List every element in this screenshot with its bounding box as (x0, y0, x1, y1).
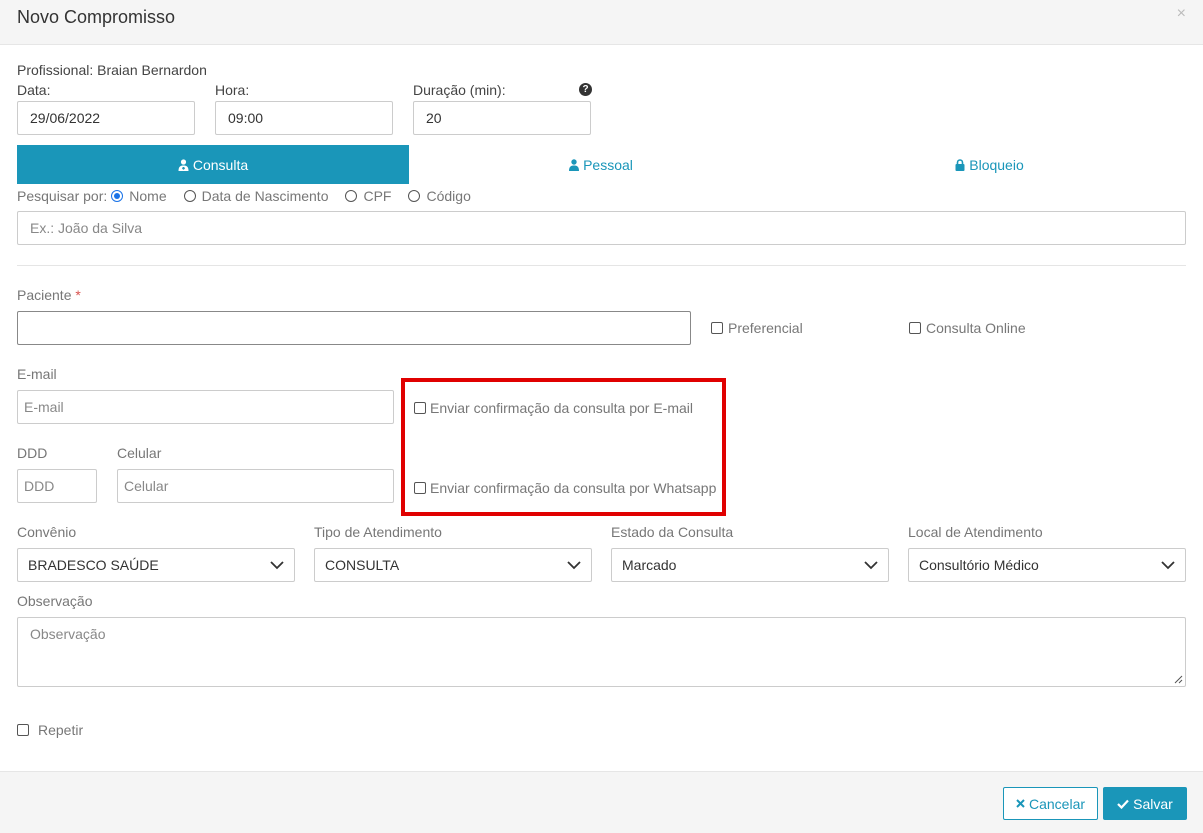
tipo-select[interactable]: CONSULTA (314, 548, 592, 582)
ddd-input[interactable]: DDD (17, 469, 97, 503)
email-label: E-mail (17, 366, 57, 382)
phone-input[interactable]: Celular (117, 469, 394, 503)
tab-consulta-label: Consulta (192, 156, 249, 173)
tab-pessoal-label: Pessoal (583, 156, 633, 173)
local-label: Local de Atendimento (908, 524, 1043, 540)
observacao-textarea[interactable]: Observação (17, 617, 1186, 687)
online-checkbox[interactable] (909, 322, 921, 334)
online-label: Consulta Online (926, 320, 1026, 336)
tab-bloqueio-label: Bloqueio (969, 156, 1024, 173)
confirm-whatsapp-checkbox[interactable] (414, 482, 426, 494)
ddd-label: DDD (17, 445, 48, 461)
modal-header: Novo Compromisso × (0, 0, 1203, 45)
save-label: Salvar (1133, 795, 1173, 812)
resize-handle-icon[interactable] (1173, 674, 1183, 684)
phone-label: Celular (117, 445, 162, 461)
date-label: Data: (17, 82, 51, 98)
check-icon (1117, 799, 1129, 809)
estado-value: Marcado (622, 557, 677, 573)
cancel-button[interactable]: Cancelar (1003, 787, 1098, 820)
estado-label: Estado da Consulta (611, 524, 734, 540)
preferencial-label: Preferencial (728, 320, 803, 336)
close-icon[interactable]: × (1177, 5, 1186, 23)
tab-consulta[interactable]: Consulta (17, 145, 409, 184)
duration-label: Duração (min): (413, 82, 506, 98)
confirm-email-label: Enviar confirmação da consulta por E-mai… (430, 400, 694, 416)
chevron-down-icon (567, 561, 581, 570)
save-button[interactable]: Salvar (1103, 787, 1187, 820)
radio-cpf[interactable] (345, 190, 358, 202)
tab-bloqueio[interactable]: Bloqueio (793, 145, 1186, 184)
preferencial-row: Preferencial (711, 320, 803, 336)
patient-label-text: Paciente (17, 287, 72, 303)
duration-input[interactable]: 20 (413, 101, 591, 135)
repeat-checkbox[interactable] (17, 724, 29, 736)
local-value: Consultório Médico (919, 557, 1039, 573)
search-by-label: Pesquisar por: (17, 188, 108, 204)
divider (17, 265, 1186, 266)
radio-cpf-label: CPF (363, 188, 392, 204)
observacao-label: Observação (17, 593, 93, 609)
radio-nome-label: Nome (129, 188, 167, 204)
repeat-row: Repetir (17, 722, 83, 738)
date-input[interactable]: 29/06/2022 (17, 101, 195, 135)
search-by-row: Pesquisar por: Nome Data de Nascimento C… (17, 188, 471, 204)
required-mark: * (75, 287, 81, 303)
confirm-whatsapp-label: Enviar confirmação da consulta por Whats… (430, 480, 717, 496)
local-select[interactable]: Consultório Médico (908, 548, 1186, 582)
confirm-email-row: Enviar confirmação da consulta por E-mai… (414, 400, 693, 416)
convenio-label: Convênio (17, 524, 77, 540)
professional-label: Profissional: Braian Bernardon (17, 62, 207, 78)
modal-title: Novo Compromisso (17, 7, 176, 27)
patient-label: Paciente * (17, 287, 81, 303)
repeat-label: Repetir (38, 722, 84, 738)
chevron-down-icon (270, 561, 284, 570)
chevron-down-icon (1161, 561, 1175, 570)
radio-nascimento-label: Data de Nascimento (201, 188, 329, 204)
user-md-icon (178, 158, 189, 171)
patient-input[interactable] (17, 311, 691, 345)
cancel-label: Cancelar (1028, 795, 1086, 812)
time-label: Hora: (215, 82, 250, 98)
email-input[interactable]: E-mail (17, 390, 394, 424)
online-row: Consulta Online (909, 320, 1026, 336)
tipo-label: Tipo de Atendimento (314, 524, 442, 540)
times-icon (1016, 799, 1025, 808)
radio-nascimento[interactable] (183, 190, 196, 202)
radio-codigo-label: Código (426, 188, 471, 204)
tab-pessoal[interactable]: Pessoal (409, 145, 793, 184)
confirm-email-checkbox[interactable] (414, 402, 426, 414)
chevron-down-icon (864, 561, 878, 570)
convenio-value: BRADESCO SAÚDE (28, 557, 159, 573)
search-input[interactable]: Ex.: João da Silva (17, 211, 1186, 245)
estado-select[interactable]: Marcado (611, 548, 889, 582)
confirm-whatsapp-row: Enviar confirmação da consulta por Whats… (414, 480, 716, 496)
radio-nome[interactable] (111, 190, 124, 202)
preferencial-checkbox[interactable] (711, 322, 723, 334)
observacao-placeholder: Observação (30, 626, 106, 642)
time-input[interactable]: 09:00 (215, 101, 393, 135)
user-icon (569, 158, 580, 171)
tipo-value: CONSULTA (325, 557, 400, 573)
lock-icon (955, 158, 965, 171)
convenio-select[interactable]: BRADESCO SAÚDE (17, 548, 295, 582)
radio-codigo[interactable] (408, 190, 421, 202)
question-circle-icon[interactable]: ? (579, 83, 592, 96)
